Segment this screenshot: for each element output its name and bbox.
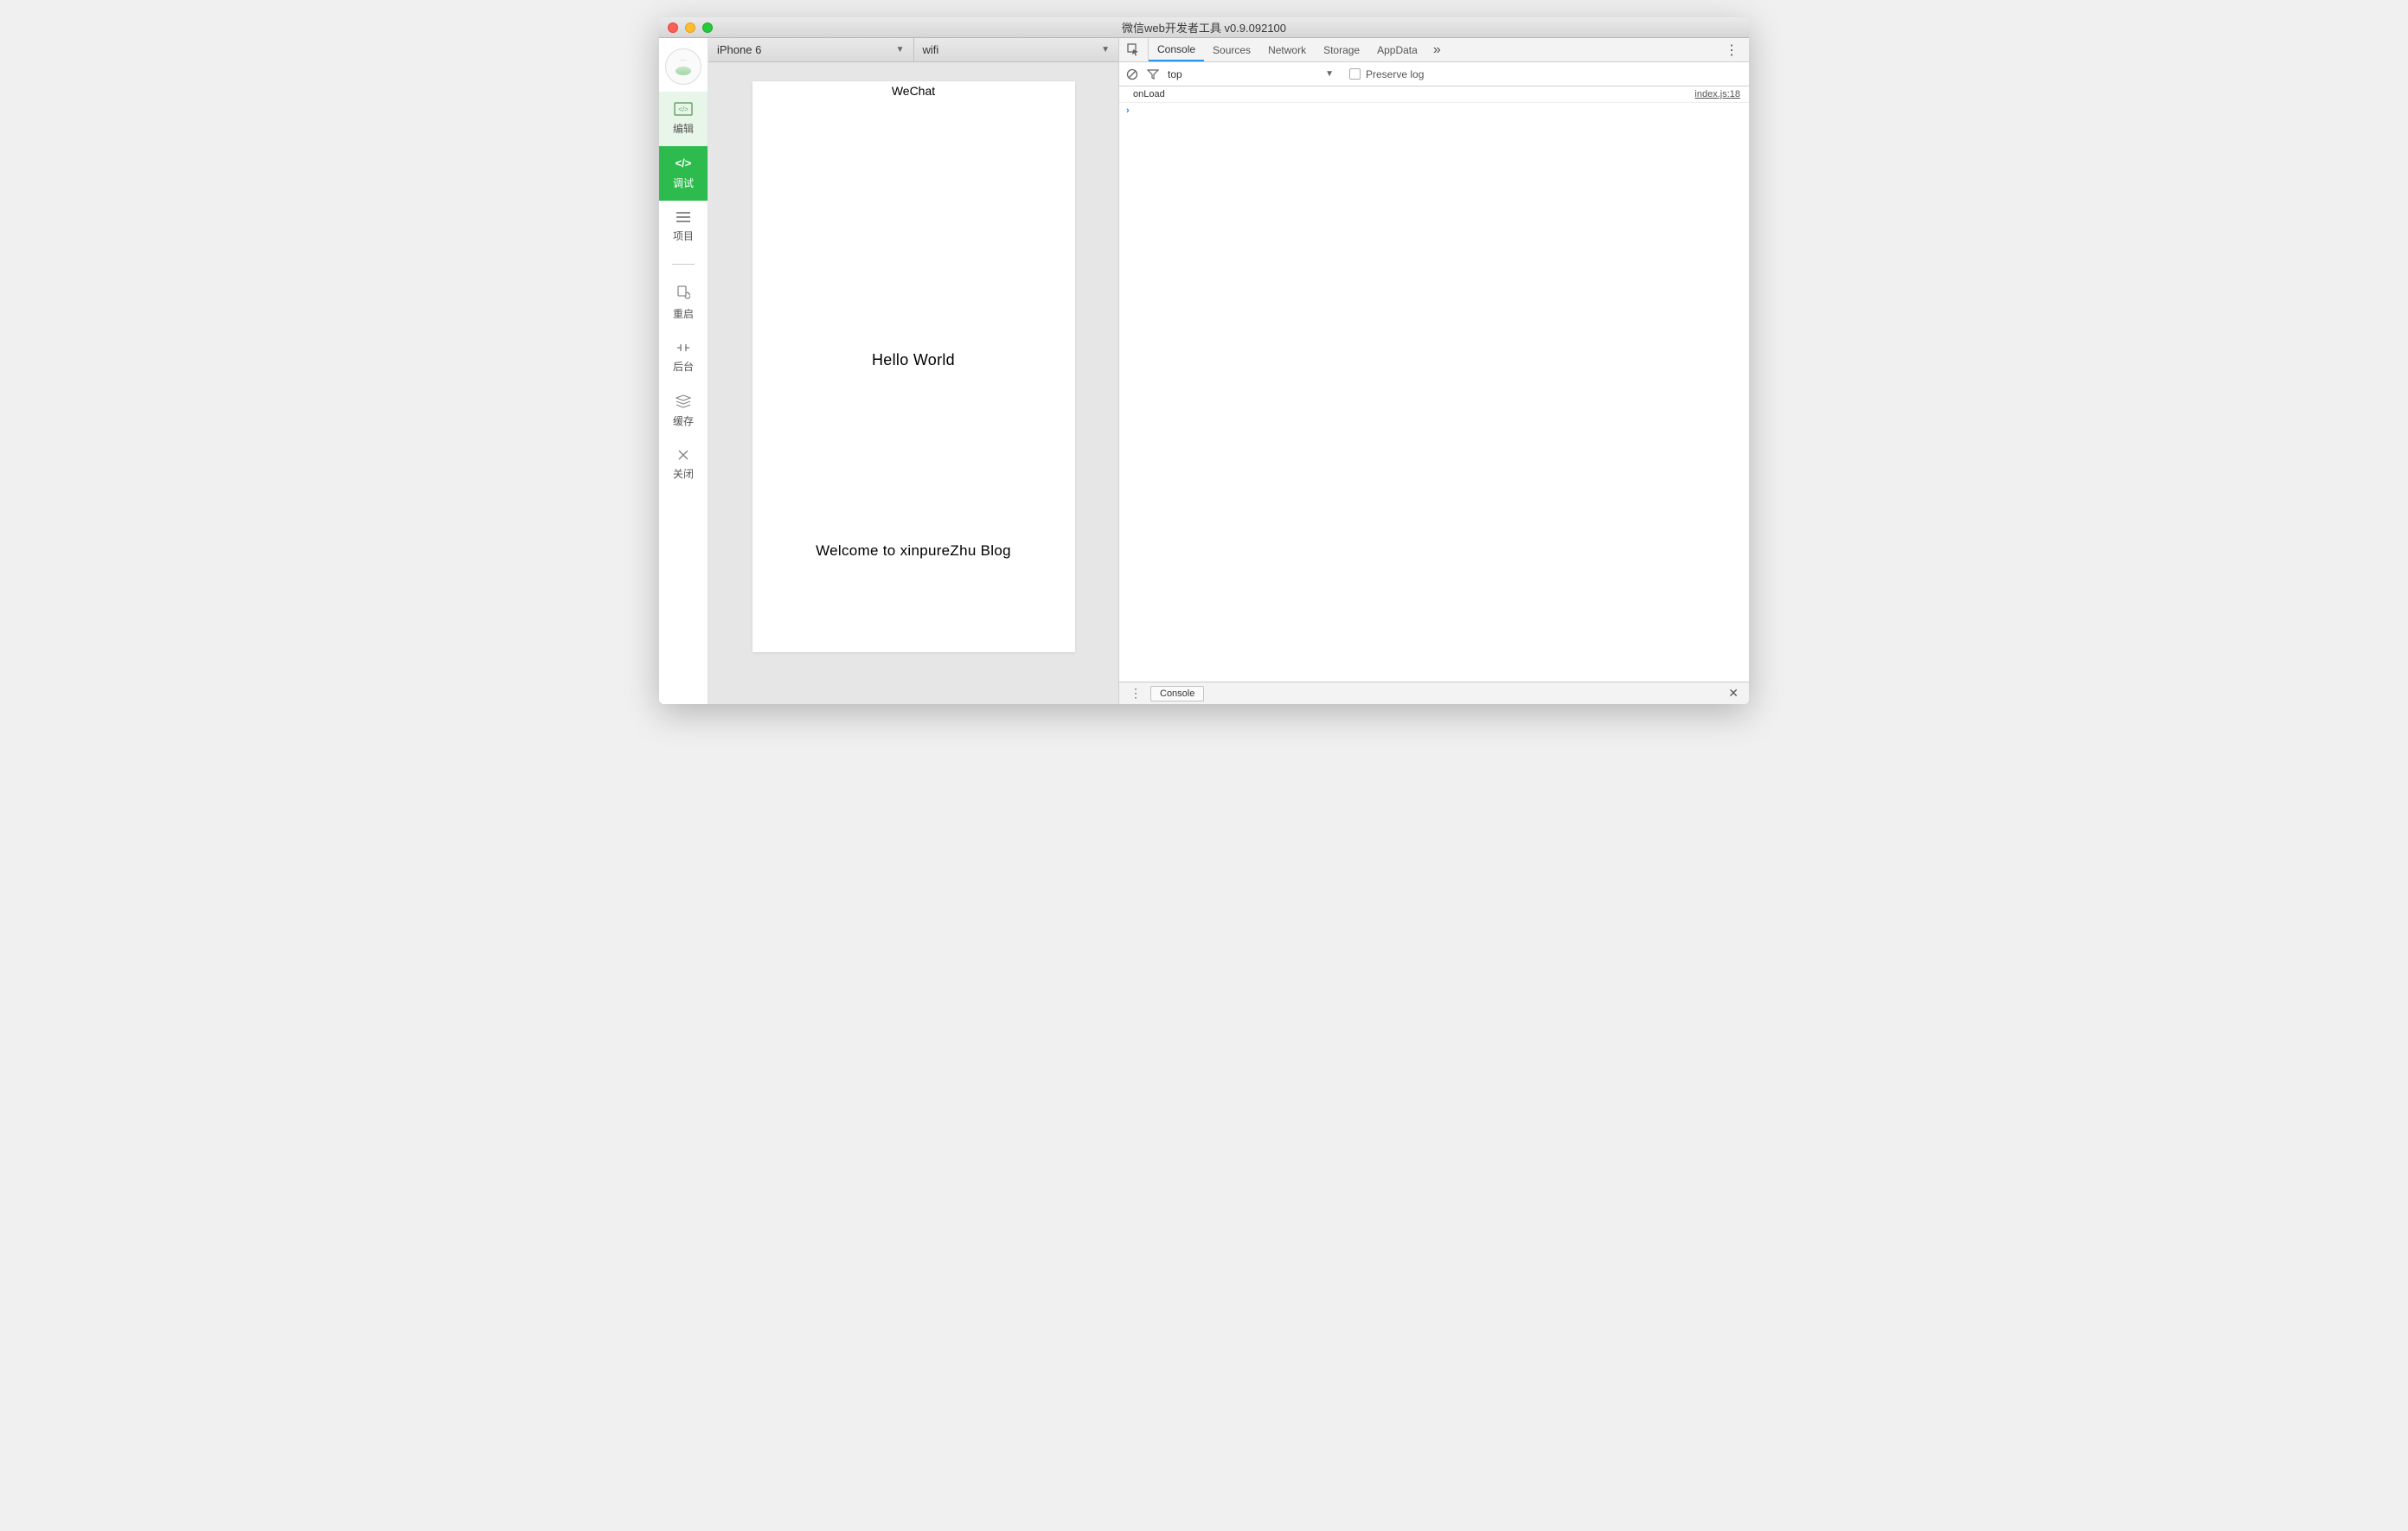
tab-network[interactable]: Network — [1259, 38, 1315, 61]
tab-sources[interactable]: Sources — [1204, 38, 1259, 61]
devtools-drawer-bar: ⋮ Console ✕ — [1119, 682, 1749, 704]
close-icon — [677, 449, 689, 461]
preserve-log-checkbox[interactable]: Preserve log — [1349, 68, 1424, 80]
checkbox-icon — [1349, 68, 1361, 80]
sidebar-item-label: 关闭 — [673, 466, 694, 481]
sidebar-item-debug[interactable]: </> 调试 — [659, 146, 708, 201]
sidebar-item-project[interactable]: 项目 — [659, 201, 708, 253]
tab-console[interactable]: Console — [1149, 38, 1204, 61]
tabs-overflow-button[interactable]: » — [1426, 42, 1448, 58]
sidebar-divider — [672, 264, 695, 265]
clear-icon — [1126, 68, 1138, 80]
sidebar-item-label: 调试 — [673, 176, 694, 190]
sidebar-item-label: 后台 — [673, 359, 694, 374]
menu-icon — [676, 211, 691, 223]
device-dropdown[interactable]: iPhone 6 ▼ — [708, 38, 914, 61]
app-window: 微信web开发者工具 v0.9.092100 ····· </> 编辑 </> … — [659, 17, 1749, 704]
filter-button[interactable] — [1147, 69, 1159, 80]
app-body: ····· </> 编辑 </> 调试 项目 — [659, 38, 1749, 704]
window-title: 微信web开发者工具 v0.9.092100 — [659, 19, 1749, 35]
titlebar: 微信web开发者工具 v0.9.092100 — [659, 17, 1749, 38]
avatar[interactable]: ····· — [665, 48, 701, 85]
console-message-text: onLoad — [1133, 89, 1165, 99]
sidebar-item-label: 重启 — [673, 306, 694, 321]
svg-text:</>: </> — [676, 157, 692, 170]
device-dropdown-value: iPhone 6 — [717, 43, 761, 56]
preview-toolbar: iPhone 6 ▼ wifi ▼ — [708, 38, 1118, 62]
welcome-text: Welcome to xinpureZhu Blog — [816, 542, 1011, 560]
console-message: onLoad index.js:18 — [1119, 86, 1749, 103]
sidebar-item-label: 缓存 — [673, 413, 694, 428]
phone-screen[interactable]: WeChat Hello World Welcome to xinpureZhu… — [752, 81, 1075, 652]
sidebar-item-edit[interactable]: </> 编辑 — [659, 92, 708, 146]
edit-icon: </> — [674, 102, 693, 116]
console-output: onLoad index.js:18 › — [1119, 86, 1749, 682]
phone-content: Hello World Welcome to xinpureZhu Blog — [752, 100, 1075, 652]
network-dropdown[interactable]: wifi ▼ — [914, 38, 1119, 61]
drawer-tab-console[interactable]: Console — [1150, 686, 1204, 701]
layers-icon — [676, 394, 691, 408]
drawer-menu-button[interactable]: ⋮ — [1124, 686, 1147, 701]
sidebar-item-label: 编辑 — [673, 121, 694, 136]
background-icon — [676, 342, 691, 354]
devtools-panel: Console Sources Network Storage AppData … — [1118, 38, 1749, 704]
console-filter-bar: top ▼ Preserve log — [1119, 62, 1749, 86]
sidebar: ····· </> 编辑 </> 调试 项目 — [659, 38, 708, 704]
code-icon: </> — [674, 157, 693, 170]
preserve-log-label: Preserve log — [1366, 68, 1424, 80]
svg-text:</>: </> — [678, 106, 688, 113]
execution-context-select[interactable]: top ▼ — [1168, 68, 1341, 80]
inspect-element-button[interactable] — [1119, 38, 1149, 61]
context-value: top — [1168, 68, 1182, 80]
devtools-menu-button[interactable]: ⋮ — [1714, 42, 1749, 59]
sidebar-tool-background[interactable]: 后台 — [659, 331, 708, 384]
console-source-link[interactable]: index.js:18 — [1694, 89, 1740, 99]
phone-statusbar-title: WeChat — [752, 81, 1075, 100]
sidebar-tool-restart[interactable]: 重启 — [659, 275, 708, 331]
chevron-down-icon: ▼ — [1325, 69, 1334, 79]
preview-area: WeChat Hello World Welcome to xinpureZhu… — [708, 62, 1118, 704]
sidebar-item-label: 项目 — [673, 228, 694, 243]
sidebar-tool-cache[interactable]: 缓存 — [659, 384, 708, 439]
clear-console-button[interactable] — [1126, 68, 1138, 80]
sidebar-tool-close[interactable]: 关闭 — [659, 439, 708, 491]
console-prompt[interactable]: › — [1119, 103, 1749, 119]
inspect-icon — [1127, 43, 1141, 57]
chevron-down-icon: ▼ — [896, 45, 905, 54]
drawer-close-button[interactable]: ✕ — [1723, 686, 1744, 701]
chevron-down-icon: ▼ — [1101, 45, 1110, 54]
restart-icon — [676, 285, 690, 301]
devtools-tab-bar: Console Sources Network Storage AppData … — [1119, 38, 1749, 62]
hello-world-text: Hello World — [872, 351, 955, 369]
network-dropdown-value: wifi — [923, 43, 939, 56]
tab-storage[interactable]: Storage — [1315, 38, 1368, 61]
tab-appdata[interactable]: AppData — [1368, 38, 1426, 61]
preview-panel: iPhone 6 ▼ wifi ▼ WeChat Hello World Wel… — [708, 38, 1118, 704]
filter-icon — [1147, 69, 1159, 80]
